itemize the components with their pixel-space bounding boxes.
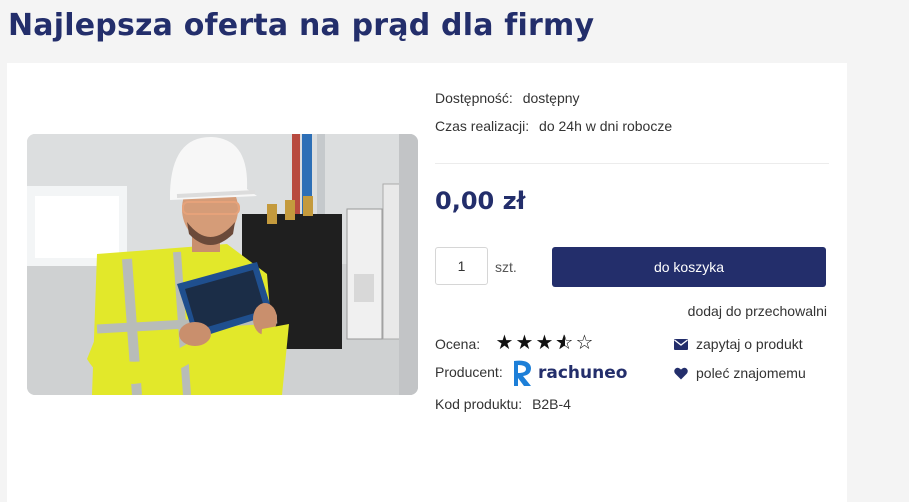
product-code-row: Kod produktu: B2B-4 (435, 396, 571, 412)
lead-time-row: Czas realizacji: do 24h w dni robocze (435, 118, 672, 134)
ask-about-product-label: zapytaj o produkt (696, 336, 803, 352)
producer-logo[interactable]: rachuneo (512, 359, 627, 387)
price: 0,00 zł (435, 187, 526, 215)
availability-value: dostępny (522, 90, 580, 106)
product-image[interactable] (27, 134, 418, 395)
producer-label: Producent: (435, 364, 503, 380)
quantity-input[interactable] (435, 247, 488, 285)
rating-label: Ocena: (435, 336, 481, 352)
page-title: Najlepsza oferta na prąd dla firmy (8, 8, 595, 43)
star-half-fill: ★ (555, 333, 565, 353)
rating-stars: ★★★☆ ★ ☆ (495, 333, 595, 353)
star-half-icon: ☆ ★ (555, 332, 575, 354)
recommend-label: poleć znajomemu (696, 365, 806, 381)
star-full-icon: ★ (535, 332, 555, 354)
envelope-icon (674, 338, 688, 350)
star-full-icon: ★ (495, 332, 515, 354)
recommend-link[interactable]: poleć znajomemu (674, 365, 806, 381)
product-photo (27, 134, 418, 395)
availability-label: Dostępność: (435, 90, 513, 106)
heart-icon (674, 367, 688, 379)
lead-time-label: Czas realizacji: (435, 118, 530, 134)
product-code-value: B2B-4 (532, 396, 571, 412)
producer-logo-text: rachuneo (538, 363, 628, 383)
product-card: Dostępność: dostępny Czas realizacji: do… (7, 63, 847, 502)
lead-time-value: do 24h w dni robocze (539, 118, 673, 134)
star-full-icon: ★ (515, 332, 535, 354)
product-code-label: Kod produktu: (435, 396, 523, 412)
rachuneo-logo-icon (514, 360, 531, 386)
divider (435, 163, 829, 164)
ask-about-product-link[interactable]: zapytaj o produkt (674, 336, 803, 352)
quantity-unit: szt. (495, 259, 517, 275)
add-to-cart-button[interactable]: do koszyka (552, 247, 826, 287)
availability-row: Dostępność: dostępny (435, 90, 580, 106)
add-to-storage-link[interactable]: dodaj do przechowalni (688, 303, 827, 319)
star-empty-icon: ☆ (575, 332, 595, 354)
